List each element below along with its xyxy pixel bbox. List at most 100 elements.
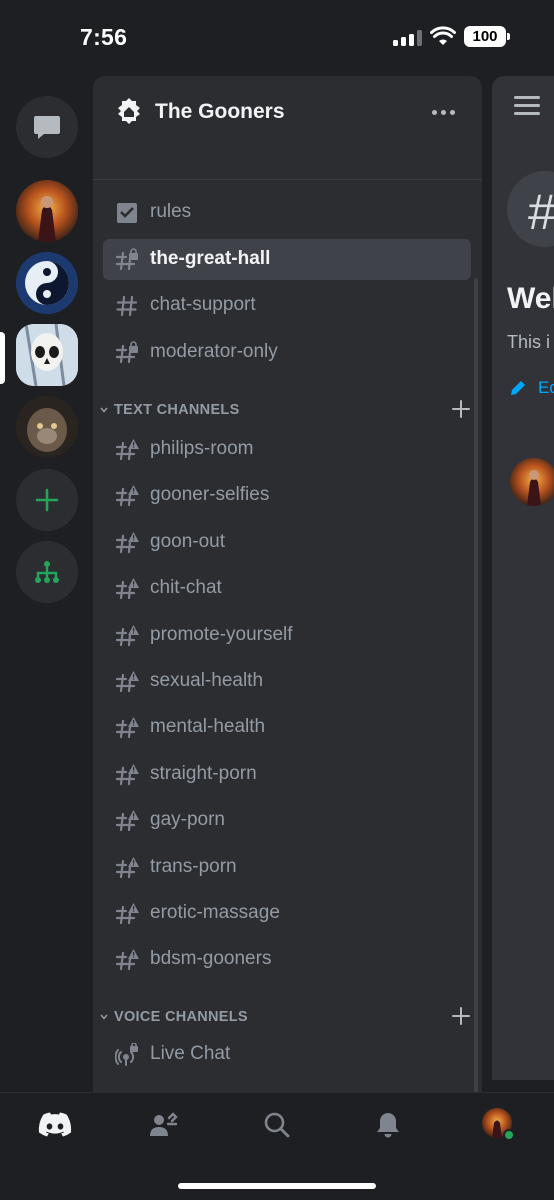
channel-name: philips-room bbox=[150, 438, 254, 459]
channel-item-straight-porn[interactable]: straight-porn bbox=[103, 754, 471, 795]
hash-rules-icon bbox=[115, 856, 139, 878]
more-options-button[interactable] bbox=[429, 100, 459, 124]
hub-icon bbox=[35, 561, 59, 583]
hash-locked-icon bbox=[115, 340, 138, 363]
direct-messages-button[interactable] bbox=[16, 96, 78, 158]
channel-item-promote-yourself[interactable]: promote-yourself bbox=[103, 615, 471, 656]
server-avatar-3[interactable] bbox=[16, 324, 78, 386]
channel-item-sexual-health[interactable]: sexual-health bbox=[103, 661, 471, 702]
hash-rules-icon bbox=[115, 671, 139, 693]
channel-item-bdsm-gooners[interactable]: bdsm-gooners bbox=[103, 939, 471, 980]
tab-profile[interactable] bbox=[481, 1108, 517, 1141]
hash-rules-icon bbox=[115, 949, 139, 971]
channel-item-moderator-only[interactable]: moderator-only bbox=[103, 332, 471, 373]
channel-name: moderator-only bbox=[150, 340, 278, 362]
channel-list-panel: The Gooners rules the-great-hall chat-supp… bbox=[93, 76, 482, 1092]
hash-rules-icon bbox=[115, 485, 139, 507]
hash-rules-icon bbox=[115, 439, 139, 461]
tab-friends[interactable] bbox=[146, 1109, 182, 1141]
channel-item-gay-porn[interactable]: gay-porn bbox=[103, 800, 471, 841]
battery-indicator: 100 bbox=[464, 26, 510, 47]
channel-name: straight-porn bbox=[150, 762, 257, 784]
search-icon bbox=[264, 1112, 290, 1138]
voice-channels-category[interactable]: VOICE CHANNELS bbox=[93, 1006, 482, 1030]
server-name: The Gooners bbox=[155, 100, 285, 123]
bell-icon bbox=[377, 1113, 399, 1138]
wifi-icon bbox=[430, 26, 456, 45]
channel-name: sexual-health bbox=[150, 670, 264, 691]
add-text-channel-icon[interactable] bbox=[451, 399, 471, 419]
channel-name: gooner-selfies bbox=[150, 484, 270, 506]
welcome-subtitle: This i bbox=[507, 332, 551, 352]
hash-icon bbox=[116, 295, 138, 317]
server-avatar-4[interactable] bbox=[16, 396, 78, 458]
hash-rules-icon bbox=[115, 903, 139, 925]
channel-item-trans-porn[interactable]: trans-porn bbox=[103, 847, 471, 888]
chevron-down-icon bbox=[100, 1014, 108, 1020]
add-server-button[interactable] bbox=[16, 469, 78, 531]
scrollbar[interactable] bbox=[474, 278, 478, 1092]
text-channels-label: TEXT CHANNELS bbox=[114, 402, 240, 418]
channel-name: chit-chat bbox=[150, 577, 222, 599]
channel-item-chit-chat[interactable]: chit-chat bbox=[103, 568, 471, 609]
message-avatar[interactable] bbox=[510, 458, 554, 506]
hash-rules-icon bbox=[115, 578, 139, 600]
tab-home[interactable] bbox=[37, 1109, 73, 1141]
message-bubble-icon bbox=[34, 116, 60, 139]
hash-rules-icon bbox=[115, 810, 139, 832]
selected-server-indicator bbox=[0, 332, 5, 384]
channel-name: trans-porn bbox=[150, 855, 237, 877]
server-header[interactable]: The Gooners bbox=[93, 76, 482, 180]
rules-icon bbox=[117, 203, 137, 223]
profile-avatar bbox=[482, 1108, 515, 1141]
community-home-icon bbox=[118, 98, 140, 124]
channel-item-philips-room[interactable]: philips-room bbox=[103, 429, 471, 470]
channel-item-chat-support[interactable]: chat-support bbox=[103, 285, 471, 326]
voice-channels-label: VOICE CHANNELS bbox=[114, 1009, 248, 1025]
chevron-down-icon bbox=[100, 407, 108, 413]
discord-logo-icon bbox=[38, 1112, 72, 1137]
voice-locked-icon bbox=[115, 1043, 138, 1066]
chat-panel: # Wel This i Ed bbox=[492, 76, 554, 1080]
channel-name: Live Chat bbox=[150, 1043, 231, 1064]
channel-item-goon-out[interactable]: goon-out bbox=[103, 522, 471, 563]
server-avatar-1[interactable] bbox=[16, 180, 78, 242]
pencil-icon[interactable] bbox=[508, 378, 528, 398]
cellular-signal-icon bbox=[393, 30, 423, 46]
channel-name: promote-yourself bbox=[150, 623, 293, 645]
server-avatar-2[interactable] bbox=[16, 252, 78, 314]
home-indicator bbox=[178, 1183, 376, 1189]
edit-channel-link[interactable]: Ed bbox=[538, 378, 554, 398]
channel-name: goon-out bbox=[150, 530, 226, 552]
channel-name: bdsm-gooners bbox=[150, 948, 272, 970]
server-rail bbox=[0, 76, 92, 1092]
hash-icon: # bbox=[528, 184, 554, 240]
hash-rules-icon bbox=[115, 717, 139, 739]
channel-item-gooner-selfies[interactable]: gooner-selfies bbox=[103, 475, 471, 516]
hash-rules-icon bbox=[115, 531, 139, 553]
tab-notifications[interactable] bbox=[370, 1109, 406, 1141]
channel-name: gay-porn bbox=[150, 809, 225, 831]
explore-servers-button[interactable] bbox=[16, 541, 78, 603]
channel-item-the-great-hall[interactable]: the-great-hall bbox=[103, 238, 471, 280]
friends-wave-icon bbox=[150, 1112, 178, 1136]
menu-icon[interactable] bbox=[514, 96, 540, 116]
channel-name: rules bbox=[150, 201, 192, 222]
status-time: 7:56 bbox=[80, 24, 128, 50]
hash-rules-icon bbox=[115, 763, 139, 785]
channel-item-live-chat[interactable]: Live Chat bbox=[103, 1034, 471, 1075]
status-bar: 7:56 100 bbox=[0, 0, 554, 76]
channel-name: the-great-hall bbox=[150, 247, 271, 269]
channel-item-mental-health[interactable]: mental-health bbox=[103, 707, 471, 748]
channel-name: chat-support bbox=[150, 294, 256, 315]
channel-name: mental-health bbox=[150, 716, 266, 738]
add-voice-channel-icon[interactable] bbox=[451, 1006, 471, 1026]
plus-icon bbox=[35, 488, 59, 512]
channel-item-rules[interactable]: rules bbox=[103, 192, 471, 233]
text-channels-category[interactable]: TEXT CHANNELS bbox=[93, 399, 482, 423]
channel-name: erotic-massage bbox=[150, 902, 280, 923]
tab-search[interactable] bbox=[259, 1109, 295, 1141]
welcome-title: Wel bbox=[507, 282, 554, 315]
channel-item-erotic-massage[interactable]: erotic-massage bbox=[103, 893, 471, 934]
hash-locked-icon bbox=[115, 247, 138, 270]
